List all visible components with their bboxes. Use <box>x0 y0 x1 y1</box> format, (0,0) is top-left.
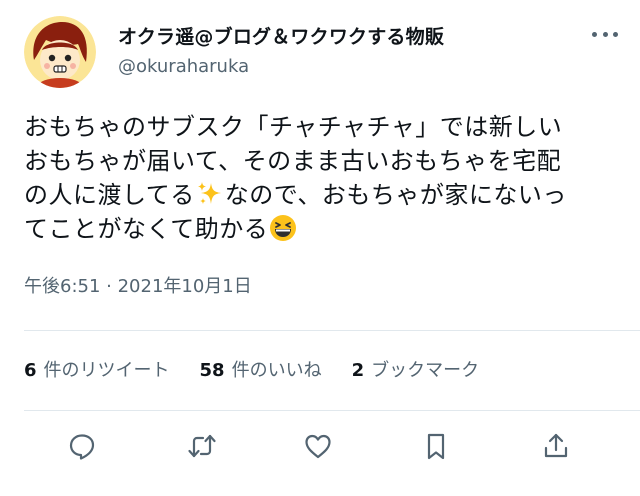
engagement-stats: 6 件のリツイート 58 件のいいね 2 ブックマーク <box>24 356 509 384</box>
tweet-line-segment: てことがなくて助かる <box>24 215 269 243</box>
tweet-line: の人に渡してる なので、おもちゃが家にないっ <box>24 178 620 212</box>
bookmark-icon <box>427 433 445 460</box>
sparkles-icon <box>197 182 221 204</box>
divider <box>24 330 640 331</box>
retweet-count[interactable]: 6 件のリツイート <box>24 356 170 384</box>
bookmark-count[interactable]: 2 ブックマーク <box>352 356 480 384</box>
retweet-count-number: 6 <box>24 360 37 381</box>
like-count-number: 58 <box>199 360 225 381</box>
share-button[interactable] <box>538 428 574 464</box>
user-handle[interactable]: @okuraharuka <box>118 56 249 77</box>
tweet-timestamp[interactable]: 午後6:51 · 2021年10月1日 <box>24 272 252 298</box>
tweet-text: おもちゃのサブスク「チャチャチャ」では新しい おもちゃが届いて、そのまま古いおも… <box>24 110 620 246</box>
tweet-line-segment: の人に渡してる <box>24 181 195 209</box>
like-count[interactable]: 58 件のいいね <box>200 356 322 384</box>
like-count-label: 件のいいね <box>231 360 322 381</box>
reply-button[interactable] <box>64 428 100 464</box>
bookmark-button[interactable] <box>418 428 454 464</box>
tweet-line: てことがなくて助かる <box>24 212 620 246</box>
like-button[interactable] <box>300 428 336 464</box>
tweet-line: おもちゃのサブスク「チャチャチャ」では新しい <box>24 113 563 141</box>
reply-icon <box>69 434 95 460</box>
divider <box>24 410 640 411</box>
dot <box>613 31 618 37</box>
tweet-line: おもちゃが届いて、そのまま古いおもちゃを宅配 <box>24 147 562 175</box>
ellipsis-icon[interactable] <box>592 24 618 44</box>
dot <box>602 31 608 37</box>
display-name[interactable]: オクラ遥@ブログ＆ワクワクする物販 <box>118 22 444 49</box>
tweet-header: オクラ遥@ブログ＆ワクワクする物販 @okuraharuka <box>24 16 620 88</box>
retweet-icon <box>188 434 216 458</box>
share-icon <box>544 433 568 458</box>
bookmark-count-number: 2 <box>351 360 365 381</box>
grinning-squinting-face-icon <box>270 215 297 241</box>
cartoon-face-avatar-icon <box>24 16 96 88</box>
retweet-button[interactable] <box>184 428 220 464</box>
action-bar <box>0 428 640 468</box>
like-icon <box>305 434 331 459</box>
bookmark-count-label: ブックマーク <box>371 360 480 381</box>
avatar[interactable] <box>24 16 96 88</box>
tweet-line-segment: なので、おもちゃが家にないっ <box>224 181 567 209</box>
dot <box>592 31 597 37</box>
retweet-count-label: 件のリツイート <box>43 360 170 381</box>
